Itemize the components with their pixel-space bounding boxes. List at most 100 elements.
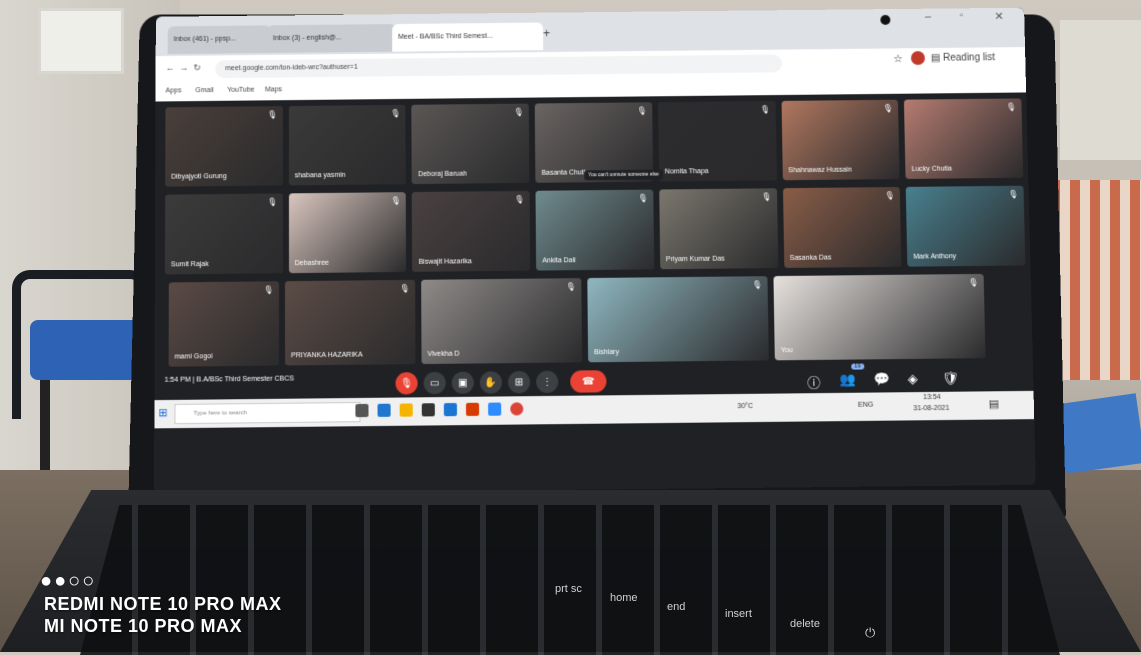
tab-inbox-1[interactable]: Inbox (461) - ppsp... <box>167 25 271 54</box>
participant-name: Vivekha D <box>427 350 460 358</box>
participant-tile[interactable]: 🎙 PRIYANKA HAZARIKA <box>284 279 416 366</box>
participant-name: Sasanka Das <box>789 254 832 262</box>
close-window-icon[interactable]: ✕ <box>994 10 1003 23</box>
participant-tile[interactable]: 🎙 mami Gogoi <box>168 281 280 367</box>
back-icon[interactable]: ← <box>166 63 175 73</box>
profile-dot-icon[interactable] <box>880 14 891 25</box>
striped-chair <box>1050 180 1141 380</box>
participant-tile[interactable]: 🎙 Vivekha D <box>421 278 583 365</box>
chrome-icon[interactable] <box>510 402 524 416</box>
mic-muted-icon: 🎙 <box>752 280 763 290</box>
edge-icon[interactable] <box>377 403 391 417</box>
participant-tile[interactable]: 🎙 Debashree <box>288 192 407 274</box>
mail-icon[interactable] <box>443 402 457 417</box>
new-tab-plus-icon[interactable]: + <box>543 26 550 40</box>
reading-list[interactable]: ▤ Reading list <box>931 52 995 64</box>
participant-tile[interactable]: 🎙 shabana yasmin <box>288 104 407 186</box>
windows-start-icon[interactable]: ⊞ <box>158 406 167 419</box>
bookmark-maps[interactable]: Maps <box>265 86 282 93</box>
zoom-icon[interactable] <box>488 402 502 416</box>
participant-tile[interactable]: 🎙 Dibyajyoti Gurung <box>165 106 283 187</box>
participant-name: Debashree <box>294 259 329 268</box>
mic-muted-icon: 🎙 <box>391 196 402 206</box>
participant-name: Deboraj Baruah <box>418 170 467 179</box>
task-view-icon[interactable] <box>355 403 369 418</box>
participant-name: Basanta Chutia <box>541 169 590 177</box>
minimize-icon[interactable]: – <box>925 11 931 23</box>
mic-muted-icon: 🎙 <box>566 282 577 292</box>
mic-muted-icon: 🎙 <box>390 108 401 118</box>
address-bar[interactable]: meet.google.com/ton-ideb-wrc?authuser=1 <box>215 54 783 79</box>
key-delete: delete <box>790 618 820 630</box>
reload-icon[interactable]: ↻ <box>193 63 201 74</box>
tab-meet[interactable]: Meet - BA/BSc Third Semest... <box>392 22 544 52</box>
mic-muted-icon: 🎙 <box>968 277 979 288</box>
key-end: end <box>667 601 686 613</box>
mic-muted-icon: 🎙 <box>263 285 274 295</box>
activities-icon[interactable]: ◈ <box>908 371 918 387</box>
participant-tile[interactable]: 🎙 Sumit Rajak <box>164 193 283 275</box>
raise-hand-icon: ✋ <box>484 376 498 389</box>
participant-name: Priyam Kumar Das <box>665 255 725 264</box>
participant-name: You <box>780 347 793 355</box>
participant-tile[interactable]: 🎙 You <box>773 273 986 361</box>
wall-window <box>38 8 124 74</box>
chat-icon[interactable]: 💬 <box>873 371 890 387</box>
mic-off-icon: 🎙 <box>400 377 413 389</box>
bookmark-gmail[interactable]: Gmail <box>195 87 213 94</box>
star-icon[interactable]: ☆ <box>893 52 903 65</box>
participant-tile[interactable]: 🎙 Mark Anthony <box>906 185 1026 267</box>
participant-name: Biswajit Hazarika <box>418 258 472 266</box>
bookmark-apps[interactable]: Apps <box>166 87 182 94</box>
host-controls-icon[interactable]: 🛡 <box>942 371 959 387</box>
clock-time[interactable]: 13:54 <box>923 394 941 401</box>
people-icon[interactable]: 👥 <box>839 372 856 388</box>
mic-muted-icon: 🎙 <box>1006 102 1017 112</box>
mic-muted-icon: 🎙 <box>1008 189 1019 199</box>
notification-icon[interactable]: ▤ <box>988 397 1000 410</box>
clock-date[interactable]: 31-08-2021 <box>913 405 949 412</box>
mic-muted-icon: 🎙 <box>514 194 525 204</box>
file-explorer-icon[interactable] <box>399 403 413 417</box>
mic-muted-icon: 🎙 <box>636 106 648 116</box>
right-wall <box>1060 20 1141 160</box>
more-options-button[interactable]: ⋮ <box>536 370 559 394</box>
raise-hand-button[interactable]: ✋ <box>479 371 503 394</box>
participant-tile[interactable]: 🎙 Shahnawaz Hussain <box>781 99 900 181</box>
key-insert: insert <box>725 608 752 620</box>
weather-temperature[interactable]: 30°C <box>737 403 753 410</box>
office-icon[interactable] <box>465 402 480 417</box>
forward-icon[interactable]: → <box>180 63 189 73</box>
present-icon: ⊞ <box>514 376 524 388</box>
reading-list-icon: ▤ <box>930 52 944 64</box>
participant-tile[interactable]: 🎙 Biswajit Hazarika <box>412 190 531 272</box>
taskbar-search-input[interactable]: Type here to search <box>174 401 361 425</box>
participant-tile[interactable]: 🎙 Nomita Thapa <box>657 100 777 182</box>
office-chair-leg <box>40 380 50 470</box>
mic-off-button[interactable]: 🎙 <box>395 372 418 395</box>
key-prtsc: prt sc <box>555 583 582 595</box>
store-icon[interactable] <box>421 403 435 417</box>
participant-tile[interactable]: 🎙 Lucky Chutia <box>904 98 1024 179</box>
camera-button[interactable]: ▭ <box>423 371 446 395</box>
captions-button[interactable]: ▣ <box>451 371 474 394</box>
participant-tile[interactable]: 🎙 Sasanka Das <box>782 186 902 268</box>
mic-muted-icon: 🎙 <box>884 191 896 201</box>
participant-tile[interactable]: 🎙 Ankita Dali <box>535 189 655 271</box>
bookmark-youtube[interactable]: YouTube <box>227 87 254 94</box>
mic-muted-icon: 🎙 <box>883 103 894 113</box>
watermark-line2: MI NOTE 10 PRO MAX <box>44 616 243 636</box>
present-button[interactable]: ⊞ <box>507 370 531 394</box>
avatar[interactable] <box>910 51 926 66</box>
meet-participant-grid: 🎙 Dibyajyoti Gurung 🎙 shabana yasmin 🎙 Debora… <box>164 98 1028 367</box>
participant-name: Dibyajyoti Gurung <box>171 173 227 181</box>
maximize-icon[interactable]: ▫ <box>960 10 964 21</box>
tab-inbox-2[interactable]: Inbox (3) - english@... <box>267 24 397 53</box>
leave-call-button[interactable]: ☎ <box>570 370 607 393</box>
participant-tile[interactable]: 🎙 Deboraj Baruah <box>411 103 530 185</box>
meeting-time: 1:54 PM <box>164 376 191 384</box>
participant-tile[interactable]: 🎙 Priyam Kumar Das <box>659 188 778 270</box>
meeting-details-icon[interactable]: ⓘ <box>807 372 820 391</box>
language-indicator[interactable]: ENG <box>858 402 873 409</box>
participant-tile[interactable]: 🎙 Bishlary <box>587 276 769 363</box>
